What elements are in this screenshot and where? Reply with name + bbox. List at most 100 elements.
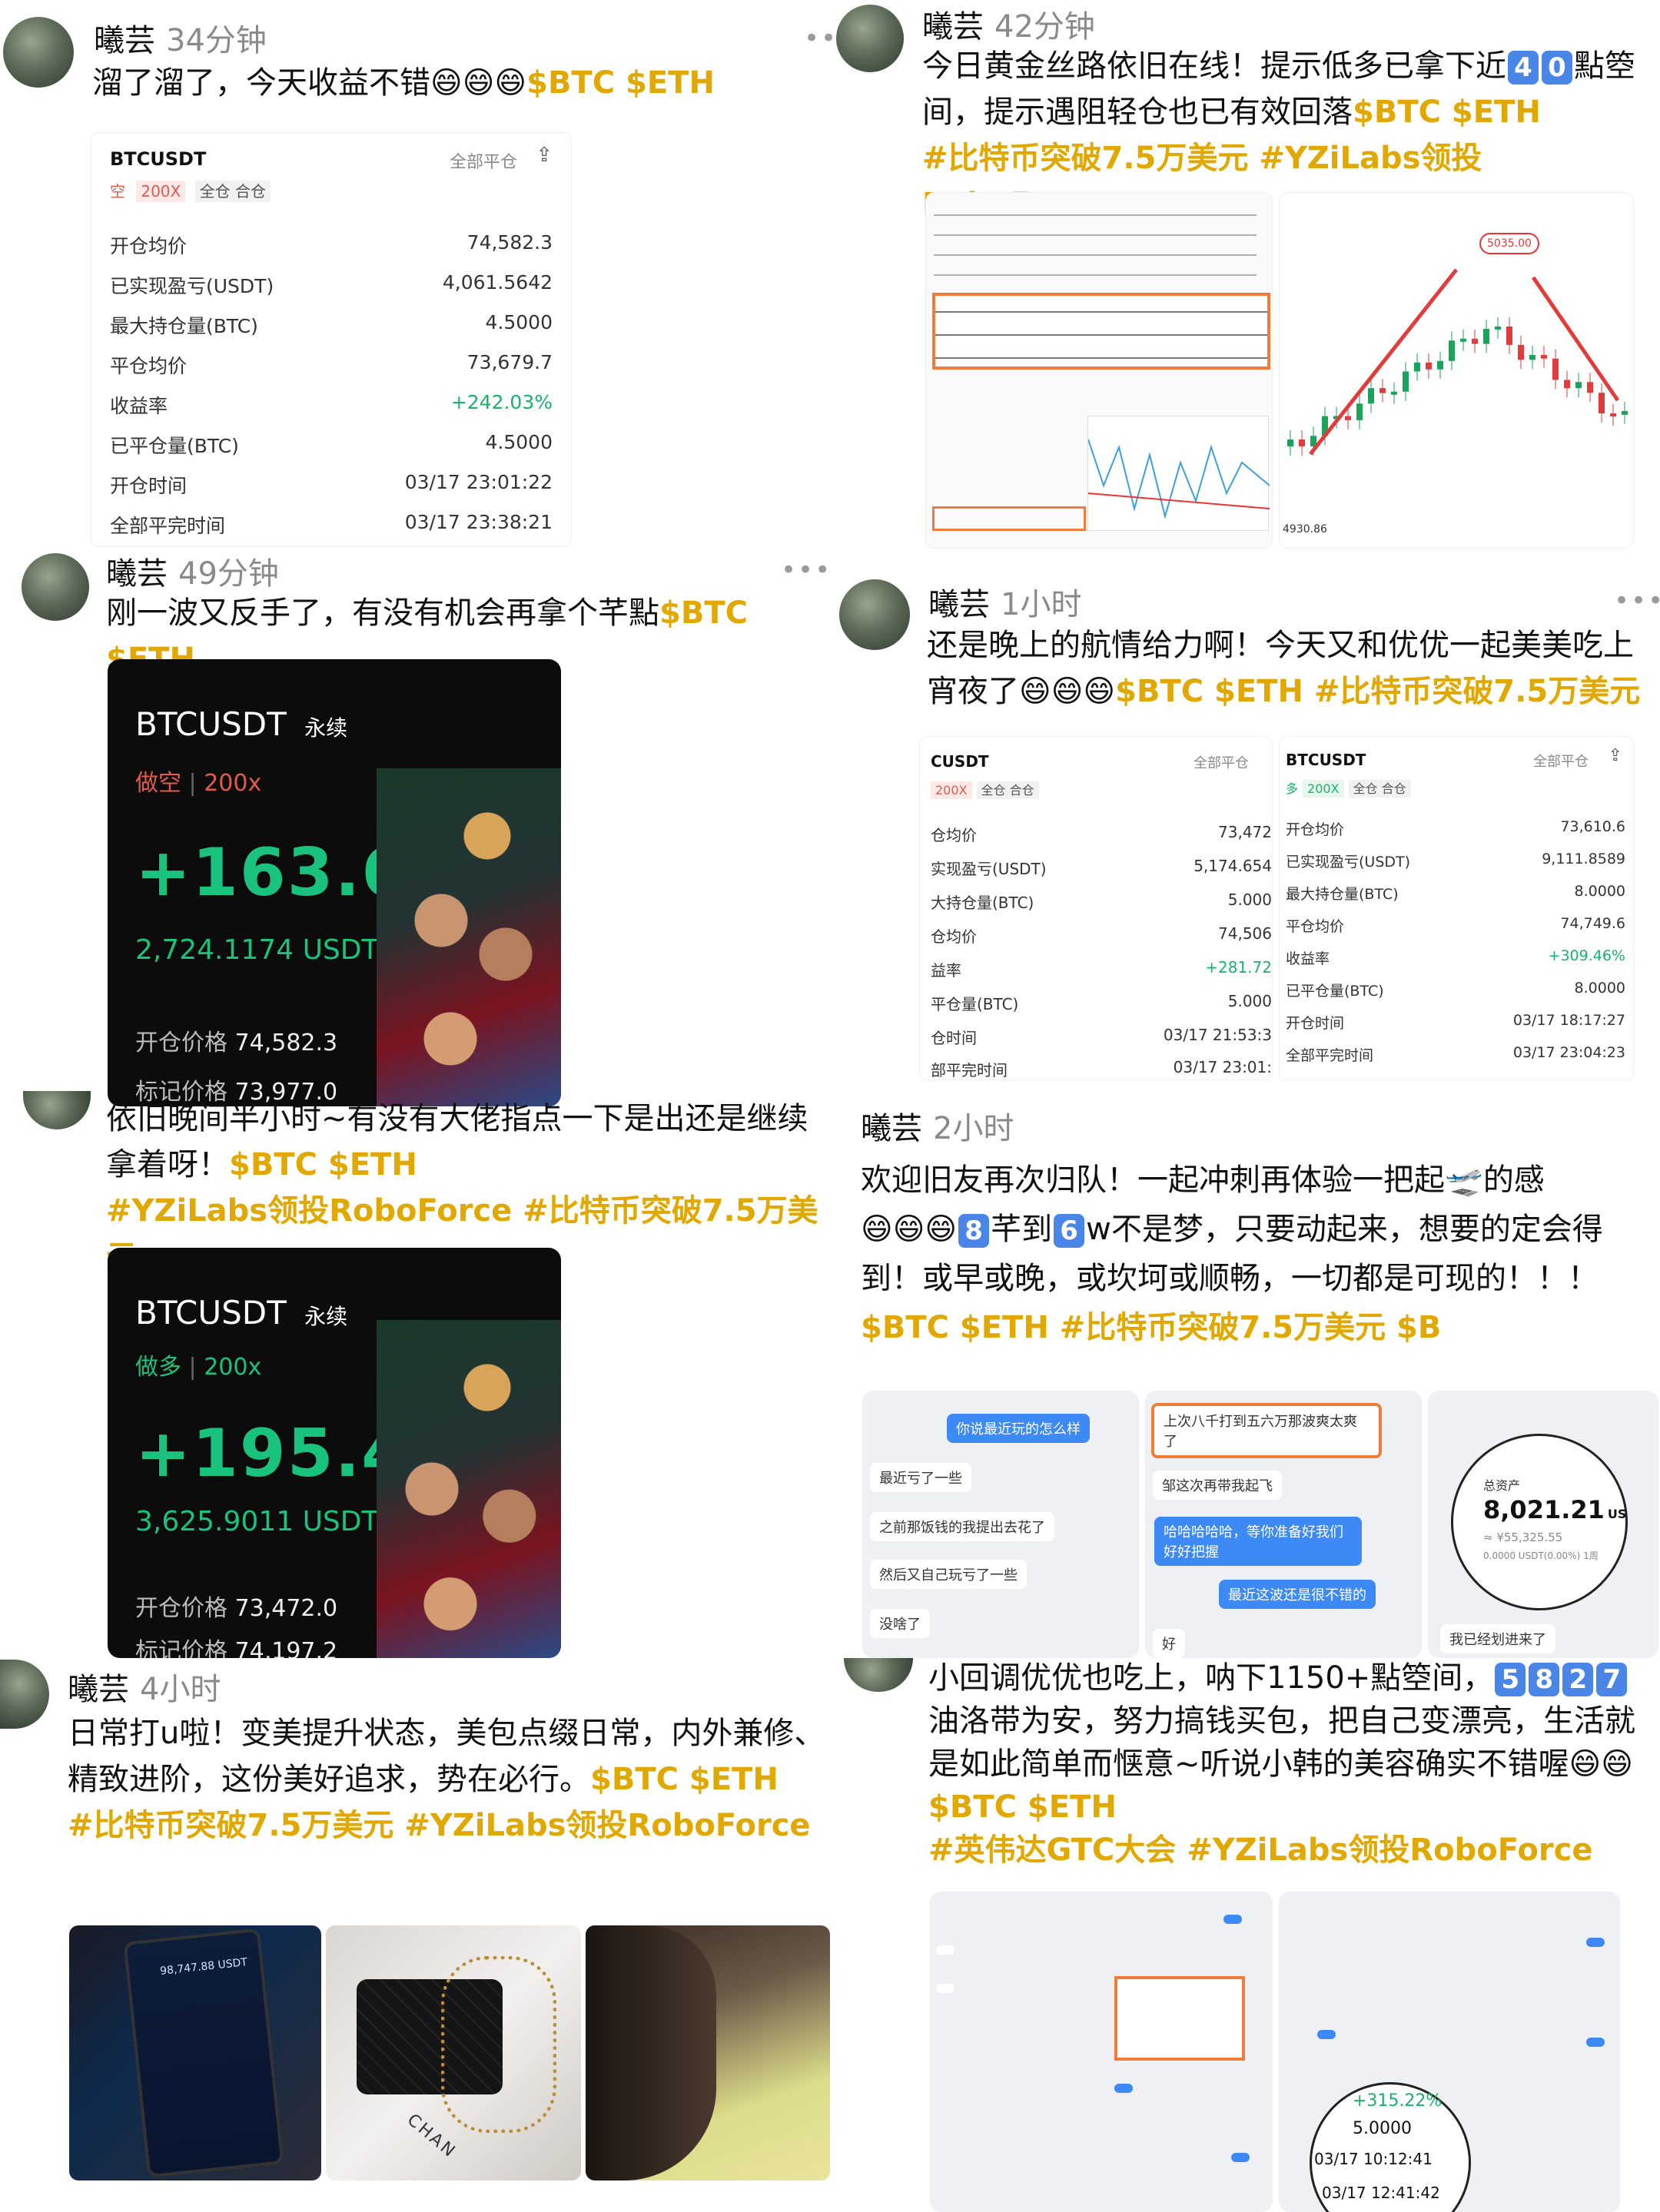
chat-bubble — [936, 1984, 954, 1993]
post-header: 曦芸 42分钟 — [922, 2, 1095, 46]
number-key: 8 — [958, 1214, 990, 1248]
hashtag-link[interactable]: $BTC $ETH — [229, 1147, 417, 1182]
share-icon[interactable]: ⇪ — [536, 144, 553, 167]
card-symbol: BTCUSDT — [1286, 751, 1366, 769]
pnl-amount: 2,724.1174 USDT — [135, 934, 379, 966]
trend-arrow-down — [1531, 276, 1620, 402]
post-header: 曦芸 4小时 — [68, 1664, 221, 1709]
chat-bubble — [1231, 2153, 1250, 2162]
chat-screenshot[interactable]: 总资产 8,021.21 US ≈ ¥55,325.55 0.0000 USDT(… — [1428, 1391, 1658, 1658]
candle — [1472, 338, 1478, 344]
bag-chain — [441, 1956, 556, 2133]
pnl-card[interactable]: BTCUSDT 永续 做多 | 200x +195.45% 3,625.9011… — [108, 1248, 561, 1658]
author-name[interactable]: 曦芸 — [861, 1111, 922, 1146]
open-price: 开仓价格 73,472.0 — [135, 1595, 338, 1622]
post-text: 欢迎旧友再次归队！一起冲刺再体验一把起🛫的感 😄😄😄 8 芊到 6 w不是梦，只要动起来… — [861, 1162, 1603, 1345]
card-symbol: BTCUSDT — [110, 148, 207, 170]
post-header: 曦芸 2小时 — [861, 1103, 1014, 1148]
price-label-high: 5035.00 — [1479, 233, 1539, 254]
chat-screenshot[interactable] — [930, 1892, 1273, 2212]
author-name[interactable]: 曦芸 — [106, 556, 168, 592]
chat-bubble: 哈哈哈哈哈，等你准备好我们好好把握 — [1154, 1517, 1362, 1566]
avatar[interactable] — [3, 17, 74, 88]
post-text: 溜了溜了，今天收益不错😄😄😄$BTC $ETH — [92, 65, 715, 101]
hashtag-link[interactable]: $BTC $ETH — [590, 1762, 779, 1797]
position-side: 做空 | 200x — [135, 770, 262, 797]
hashtag-link[interactable]: #英伟达GTC大会 #YZiLabs领投RoboForce — [928, 1832, 1592, 1868]
number-key: 8 — [1529, 1663, 1560, 1696]
close-all-label: 全部平仓 — [1194, 755, 1249, 771]
candle — [1414, 362, 1420, 372]
chat-bubble: 然后又自己玩亏了一些 — [870, 1560, 1027, 1589]
emoji: 😄😄😄 — [1019, 674, 1116, 709]
post-header: 曦芸 34分钟 — [94, 15, 267, 60]
avatar[interactable] — [836, 5, 904, 72]
candle — [1518, 344, 1524, 360]
number-key: 2 — [1562, 1663, 1594, 1696]
post-time: 2小时 — [933, 1111, 1014, 1146]
share-icon[interactable]: ⇪ — [1609, 746, 1622, 765]
author-name[interactable]: 曦芸 — [94, 23, 155, 58]
avatar[interactable] — [22, 553, 89, 621]
bag-photo[interactable]: CHAN — [326, 1925, 581, 2180]
avatar[interactable] — [844, 1658, 913, 1692]
chat-screenshot[interactable]: +315.22% 5.0000 03/17 10:12:41 03/17 12:… — [1279, 1892, 1620, 2212]
hashtag-link[interactable]: $BTC $ETH — [928, 1789, 1117, 1825]
avatar[interactable] — [0, 1660, 49, 1729]
more-icon[interactable]: ••• — [781, 555, 832, 585]
trade-card[interactable]: BTCUSDT 全部平仓 ⇪ 空 200X 全仓 合仓 开仓均价 74,582.3… — [91, 132, 572, 547]
emoji: 😄😄😄 — [861, 1212, 958, 1247]
card-symbol: BTCUSDT 永续 — [135, 705, 348, 743]
candle — [1391, 391, 1397, 395]
hashtag-link[interactable]: $BTC $ETH — [1353, 95, 1541, 130]
asset-total: 8,021.21 US — [1483, 1495, 1627, 1524]
hair — [586, 1925, 716, 2180]
candle — [1541, 355, 1547, 359]
highlight-box — [1114, 1976, 1245, 2061]
number-key: 4 — [1508, 51, 1539, 85]
hashtag-link[interactable]: #比特币突破7.5万美元 #YZiLabs领投RoboForce — [68, 1808, 811, 1843]
number-key: 7 — [1596, 1663, 1628, 1696]
circle-time-2: 03/17 12:41:42 — [1322, 2184, 1440, 2202]
candle — [1599, 393, 1605, 414]
chat-bubble — [1114, 2084, 1133, 2093]
candle — [1403, 371, 1409, 392]
author-name[interactable]: 曦芸 — [68, 1672, 129, 1707]
players-image — [377, 768, 561, 1106]
candle — [1529, 355, 1536, 360]
candle — [1437, 360, 1443, 370]
chat-screenshot[interactable]: 你说最近玩的怎么样 最近亏了一些 之前那饭钱的我提出去花了 然后又自己玩亏了一些… — [862, 1391, 1139, 1658]
author-name[interactable]: 曦芸 — [928, 587, 990, 622]
candle — [1564, 380, 1570, 389]
trade-card-right[interactable]: BTCUSDT 全部平仓 ⇪ 多 200X 全仓 合仓 开仓均价 73,610.6 已… — [1279, 736, 1634, 1080]
author-name[interactable]: 曦芸 — [922, 9, 984, 45]
avatar[interactable] — [23, 1091, 91, 1129]
post-text: 小回调优优也吃上，呐下1150+點箜间， 5 8 2 7油洛带为安，努力搞钱买包，把自己… — [928, 1660, 1635, 1868]
hashtag-link[interactable]: $BTC $ETH #比特币突破7.5万美元 — [1115, 674, 1640, 709]
post-time: 1小时 — [1001, 587, 1082, 622]
more-icon[interactable]: ••• — [1614, 585, 1660, 616]
hashtag-link[interactable]: $BTC $ETH #比特币突破7.5万美元 $B — [861, 1310, 1441, 1345]
candle — [1449, 340, 1455, 361]
hashtag-link[interactable]: $BTC $ETH — [526, 65, 715, 101]
pnl-card[interactable]: BTCUSDT 永续 做空 | 200x +163.63% 2,724.1174… — [108, 659, 561, 1106]
emoji: 😄😄😄 — [430, 65, 527, 101]
position-side: 做多 | 200x — [135, 1354, 262, 1381]
analysis-text-lines — [934, 201, 1257, 293]
emoji: 😄😄 — [1569, 1746, 1633, 1782]
chat-screenshot[interactable]: 上次八千打到五六万那波爽太爽了 邹这次再带我起飞 哈哈哈哈哈，等你准备好我们好好… — [1145, 1391, 1422, 1658]
candle — [1287, 439, 1293, 446]
candle — [1495, 326, 1501, 330]
phone-photo[interactable]: 98,747.88 USDT — [69, 1925, 321, 2180]
avatar[interactable] — [839, 579, 910, 650]
chat-bubble — [1317, 2030, 1336, 2039]
candle — [1460, 338, 1466, 342]
candlestick-chart[interactable]: 5035.00 4930.86 — [1279, 192, 1634, 549]
open-price: 开仓价格 74,582.3 — [135, 1030, 338, 1056]
chat-bubble: 最近亏了一些 — [870, 1463, 971, 1492]
analysis-image[interactable] — [925, 192, 1273, 549]
card-symbol: CUSDT — [931, 752, 989, 771]
trade-card-left[interactable]: CUSDT 全部平仓 200X 全仓 合仓 仓均价 73,472 实现盈亏(USDT… — [919, 736, 1273, 1080]
position-tags: 多 200X 全仓 合仓 — [1286, 778, 1411, 798]
selfie-photo[interactable] — [586, 1925, 830, 2180]
